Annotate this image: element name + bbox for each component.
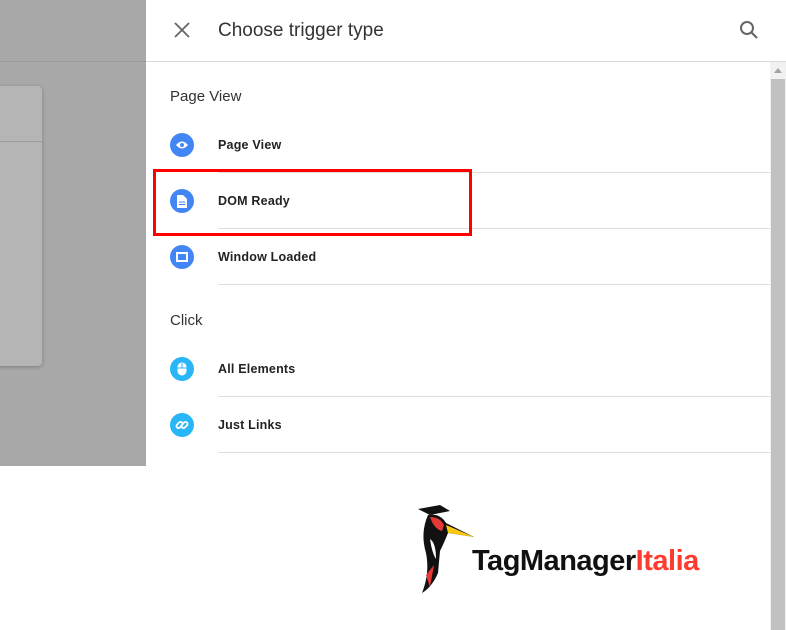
scrollbar[interactable]	[770, 62, 786, 630]
background-header-divider	[0, 61, 146, 62]
eye-icon	[170, 133, 194, 157]
divider	[218, 452, 770, 453]
logo-text: TagManagerItalia	[472, 545, 699, 578]
background-overlay[interactable]	[0, 0, 146, 466]
scroll-up-arrow-icon[interactable]	[774, 68, 782, 73]
logo-text-accent: Italia	[635, 545, 700, 577]
divider	[218, 284, 770, 285]
background-card	[0, 86, 42, 366]
trigger-item-all-elements[interactable]: All Elements	[146, 341, 770, 397]
scrollbar-thumb[interactable]	[771, 79, 785, 630]
highlight-box	[153, 169, 472, 236]
trigger-item-page-view[interactable]: Page View	[146, 117, 770, 173]
mouse-icon	[170, 357, 194, 381]
page-title: Choose trigger type	[218, 20, 384, 41]
close-icon[interactable]	[172, 20, 192, 40]
search-icon[interactable]	[738, 19, 760, 41]
trigger-label: Just Links	[218, 418, 282, 432]
trigger-label: Page View	[218, 138, 282, 152]
trigger-label: All Elements	[218, 362, 296, 376]
woodpecker-logo-icon	[418, 505, 474, 593]
logo-text-main: TagManager	[472, 545, 636, 577]
window-icon	[170, 245, 194, 269]
card-divider	[0, 141, 42, 142]
section-title-click: Click	[170, 312, 203, 329]
trigger-label: Window Loaded	[218, 250, 317, 264]
section-title-page-view: Page View	[170, 88, 242, 105]
trigger-item-window-loaded[interactable]: Window Loaded	[146, 229, 770, 285]
trigger-item-just-links[interactable]: Just Links	[146, 397, 770, 453]
panel-header: Choose trigger type	[146, 0, 786, 62]
tagmanageritalia-logo: TagManagerItalia	[410, 503, 730, 598]
link-icon	[170, 413, 194, 437]
